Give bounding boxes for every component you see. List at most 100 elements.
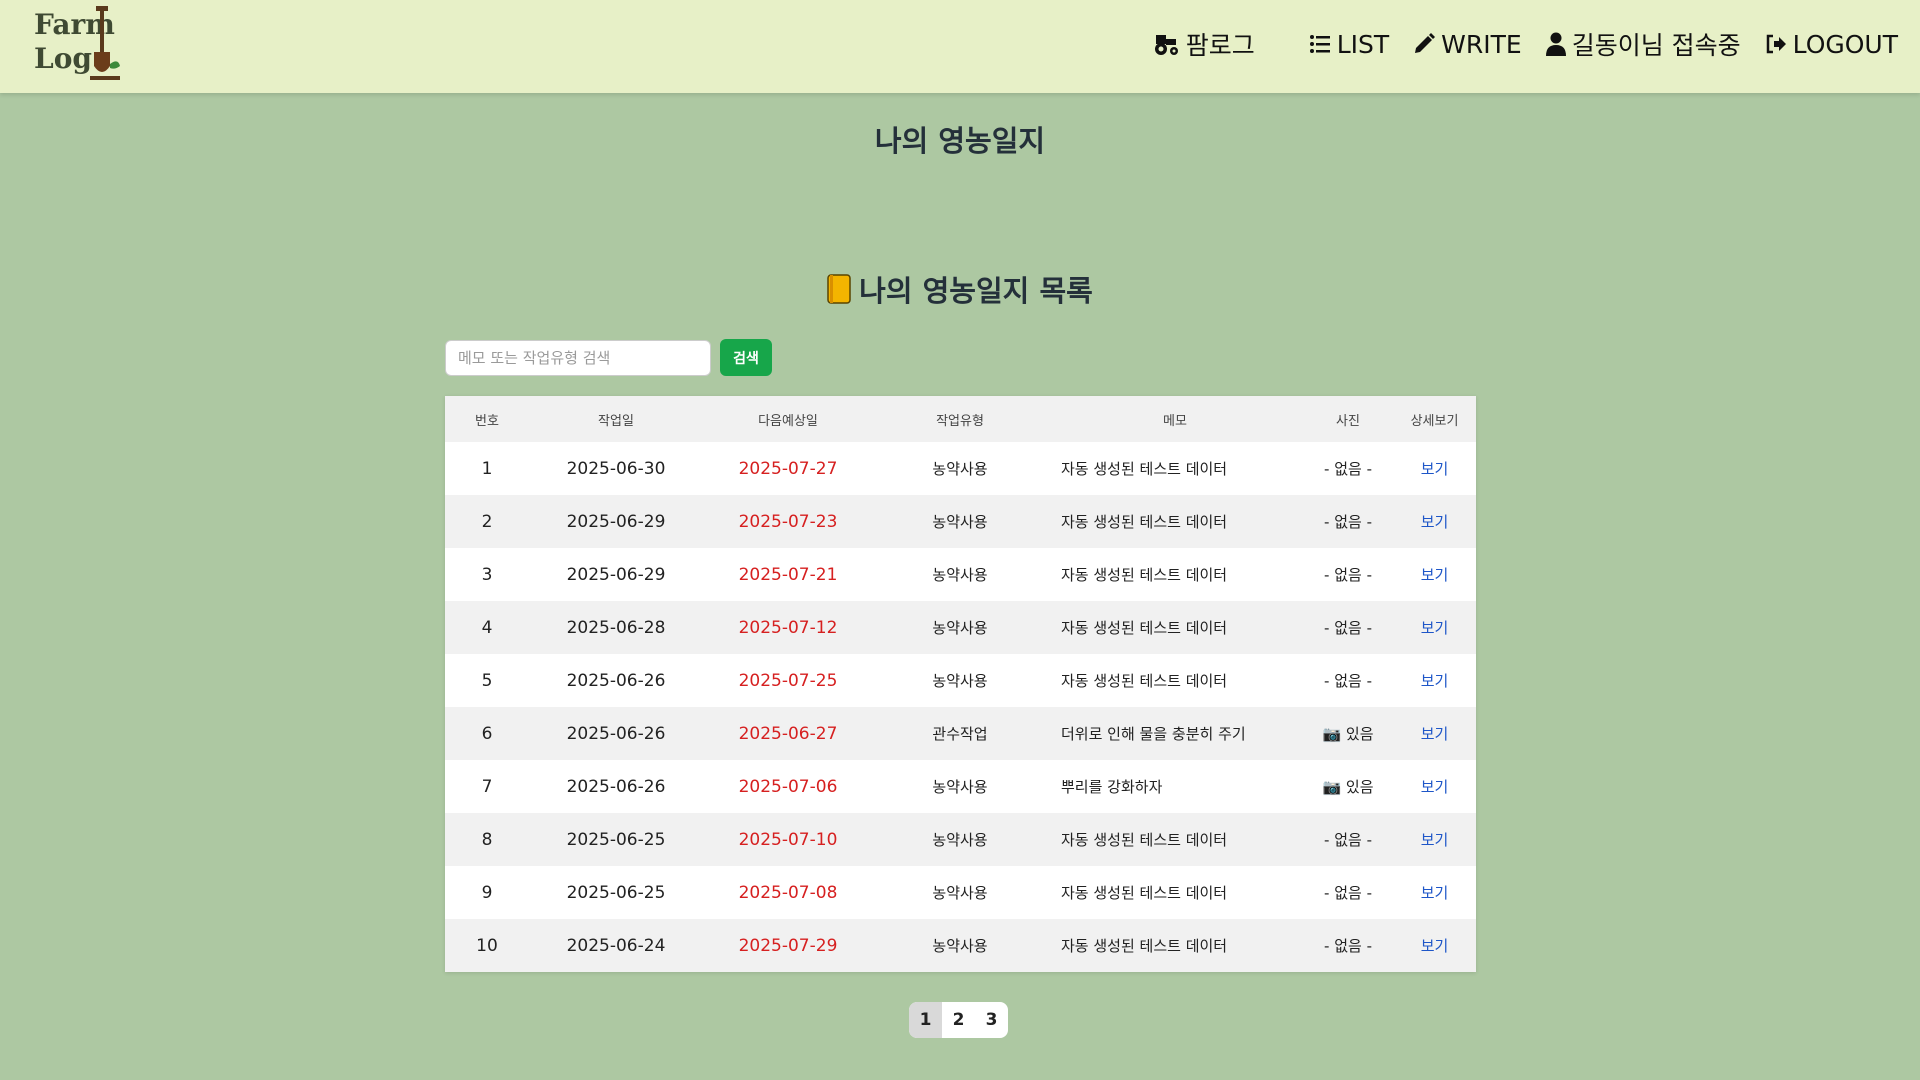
table-row[interactable]: 1 2025-06-30 2025-07-27 농약사용 자동 생성된 테스트 데이터 -…	[445, 442, 1476, 495]
row-next-date: 2025-07-12	[703, 601, 873, 654]
row-work-date: 2025-06-30	[566, 458, 666, 479]
nav-user-status[interactable]: 길동이님 접속중	[1545, 26, 1741, 62]
tractor-icon	[1154, 35, 1178, 55]
row-work-type: 농약사용	[873, 495, 1047, 548]
row-view-link[interactable]: 보기	[1393, 866, 1476, 919]
table-row[interactable]: 5 2025-06-26 2025-07-25 농약사용 자동 생성된 테스트 데이터 -…	[445, 654, 1476, 707]
row-memo: 자동 생성된 테스트 데이터	[1061, 566, 1228, 584]
table-row[interactable]: 3 2025-06-29 2025-07-21 농약사용 자동 생성된 테스트 데이터 -…	[445, 548, 1476, 601]
row-memo: 자동 생성된 테스트 데이터	[1047, 601, 1303, 654]
search-input[interactable]	[445, 339, 711, 376]
top-nav: 팜로그 LIST WRITE 길동이님 접속중 LOGOUT	[1152, 24, 1898, 64]
nav-logout-label: LOGOUT	[1792, 29, 1898, 59]
header-memo: 메모	[1047, 396, 1303, 442]
page-button-1[interactable]: 1	[909, 1002, 942, 1038]
top-header: Farm Log 팜로그 LIST WRITE 길동이님 접속중 LOGOUT	[0, 0, 1920, 93]
header-detail: 상세보기	[1393, 396, 1476, 442]
table-row[interactable]: 7 2025-06-26 2025-07-06 농약사용 뿌리를 강화하자 📷 있음 보기	[445, 760, 1476, 813]
row-work-date: 2025-06-25	[566, 882, 666, 903]
row-work-type: 농약사용	[932, 460, 988, 478]
row-memo: 자동 생성된 테스트 데이터	[1061, 460, 1228, 478]
row-memo: 더위로 인해 물을 충분히 주기	[1047, 707, 1303, 760]
row-work-type: 농약사용	[932, 672, 988, 690]
row-memo: 자동 생성된 테스트 데이터	[1047, 813, 1303, 866]
row-work-date: 2025-06-24	[529, 919, 703, 972]
nav-list-link[interactable]: LIST	[1309, 30, 1389, 59]
table-row[interactable]: 4 2025-06-28 2025-07-12 농약사용 자동 생성된 테스트 데이터 -…	[445, 601, 1476, 654]
farm-log-table: 번호 작업일 다음예상일 작업유형 메모 사진 상세보기 1 2025-06-30…	[445, 396, 1476, 972]
row-memo: 자동 생성된 테스트 데이터	[1061, 672, 1228, 690]
row-work-date: 2025-06-26	[566, 776, 666, 797]
row-work-type: 농약사용	[932, 884, 988, 902]
nav-write-link[interactable]: WRITE	[1413, 30, 1522, 59]
pencil-icon	[1415, 33, 1436, 53]
row-number: 6	[445, 707, 529, 760]
row-view-link[interactable]: 보기	[1393, 548, 1476, 601]
header-number: 번호	[445, 396, 529, 442]
logout-icon	[1766, 34, 1786, 54]
row-work-date: 2025-06-29	[566, 564, 666, 585]
row-number: 2	[445, 495, 529, 548]
row-next-date: 2025-07-08	[738, 882, 838, 903]
row-next-date: 2025-07-10	[703, 813, 873, 866]
row-work-type: 농약사용	[873, 813, 1047, 866]
row-photo: - 없음 -	[1303, 495, 1393, 548]
search-bar: 검색	[445, 339, 772, 376]
table-row[interactable]: 6 2025-06-26 2025-06-27 관수작업 더위로 인해 물을 충분히 주…	[445, 707, 1476, 760]
nav-write-label: WRITE	[1441, 29, 1522, 59]
row-memo: 자동 생성된 테스트 데이터	[1047, 495, 1303, 548]
row-number: 4	[445, 601, 529, 654]
header-photo: 사진	[1303, 396, 1393, 442]
row-view-link[interactable]: 보기	[1393, 813, 1476, 866]
row-photo: - 없음 -	[1324, 566, 1372, 584]
page-button-3[interactable]: 3	[975, 1002, 1008, 1038]
row-next-date: 2025-07-23	[703, 495, 873, 548]
page-button-2[interactable]: 2	[942, 1002, 975, 1038]
row-photo: 📷 있음	[1322, 778, 1374, 796]
row-view-link[interactable]: 보기	[1393, 919, 1476, 972]
nav-brand-label: 팜로그	[1185, 31, 1255, 60]
list-title: 나의 영농일지 목록	[0, 268, 1920, 310]
row-number: 3	[481, 564, 493, 585]
row-photo: - 없음 -	[1324, 672, 1372, 690]
row-view-link[interactable]: 보기	[1393, 442, 1476, 495]
table-header-row: 번호 작업일 다음예상일 작업유형 메모 사진 상세보기	[445, 396, 1476, 442]
search-button[interactable]: 검색	[720, 339, 772, 376]
list-icon	[1309, 35, 1330, 53]
row-memo: 뿌리를 강화하자	[1061, 778, 1163, 796]
nav-brand-link[interactable]: 팜로그	[1152, 26, 1255, 62]
row-next-date: 2025-07-29	[703, 919, 873, 972]
pagination: 1 2 3	[909, 1002, 1008, 1038]
row-number: 5	[481, 670, 493, 691]
farmlog-logo[interactable]: Farm Log	[34, 6, 124, 82]
logo-text-log: Log	[34, 42, 92, 75]
table-row[interactable]: 9 2025-06-25 2025-07-08 농약사용 자동 생성된 테스트 데이터 -…	[445, 866, 1476, 919]
list-title-text: 나의 영농일지 목록	[859, 274, 1093, 308]
row-view-link[interactable]: 보기	[1393, 760, 1476, 813]
shovel-icon	[90, 6, 120, 80]
row-view-link[interactable]: 보기	[1393, 707, 1476, 760]
row-number: 1	[481, 458, 493, 479]
row-number: 9	[481, 882, 493, 903]
header-work-type: 작업유형	[873, 396, 1047, 442]
row-work-date: 2025-06-28	[529, 601, 703, 654]
row-work-type: 관수작업	[873, 707, 1047, 760]
row-photo: - 없음 -	[1303, 919, 1393, 972]
row-view-link[interactable]: 보기	[1393, 654, 1476, 707]
nav-logout-link[interactable]: LOGOUT	[1765, 30, 1898, 59]
row-memo: 자동 생성된 테스트 데이터	[1061, 884, 1228, 902]
table-row[interactable]: 2 2025-06-29 2025-07-23 농약사용 자동 생성된 테스트 데이터 -…	[445, 495, 1476, 548]
page-title: 나의 영농일지	[874, 124, 1046, 158]
row-view-link[interactable]: 보기	[1393, 495, 1476, 548]
row-view-link[interactable]: 보기	[1393, 601, 1476, 654]
nav-user-label: 길동이님 접속중	[1571, 31, 1741, 60]
row-work-date: 2025-06-26	[566, 670, 666, 691]
row-number: 7	[481, 776, 493, 797]
table-row[interactable]: 8 2025-06-25 2025-07-10 농약사용 자동 생성된 테스트 데이터 -…	[445, 813, 1476, 866]
row-number: 8	[445, 813, 529, 866]
row-next-date: 2025-06-27	[703, 707, 873, 760]
row-next-date: 2025-07-25	[738, 670, 838, 691]
row-photo: - 없음 -	[1303, 601, 1393, 654]
table-row[interactable]: 10 2025-06-24 2025-07-29 농약사용 자동 생성된 테스트 데이터…	[445, 919, 1476, 972]
row-photo: - 없음 -	[1303, 813, 1393, 866]
